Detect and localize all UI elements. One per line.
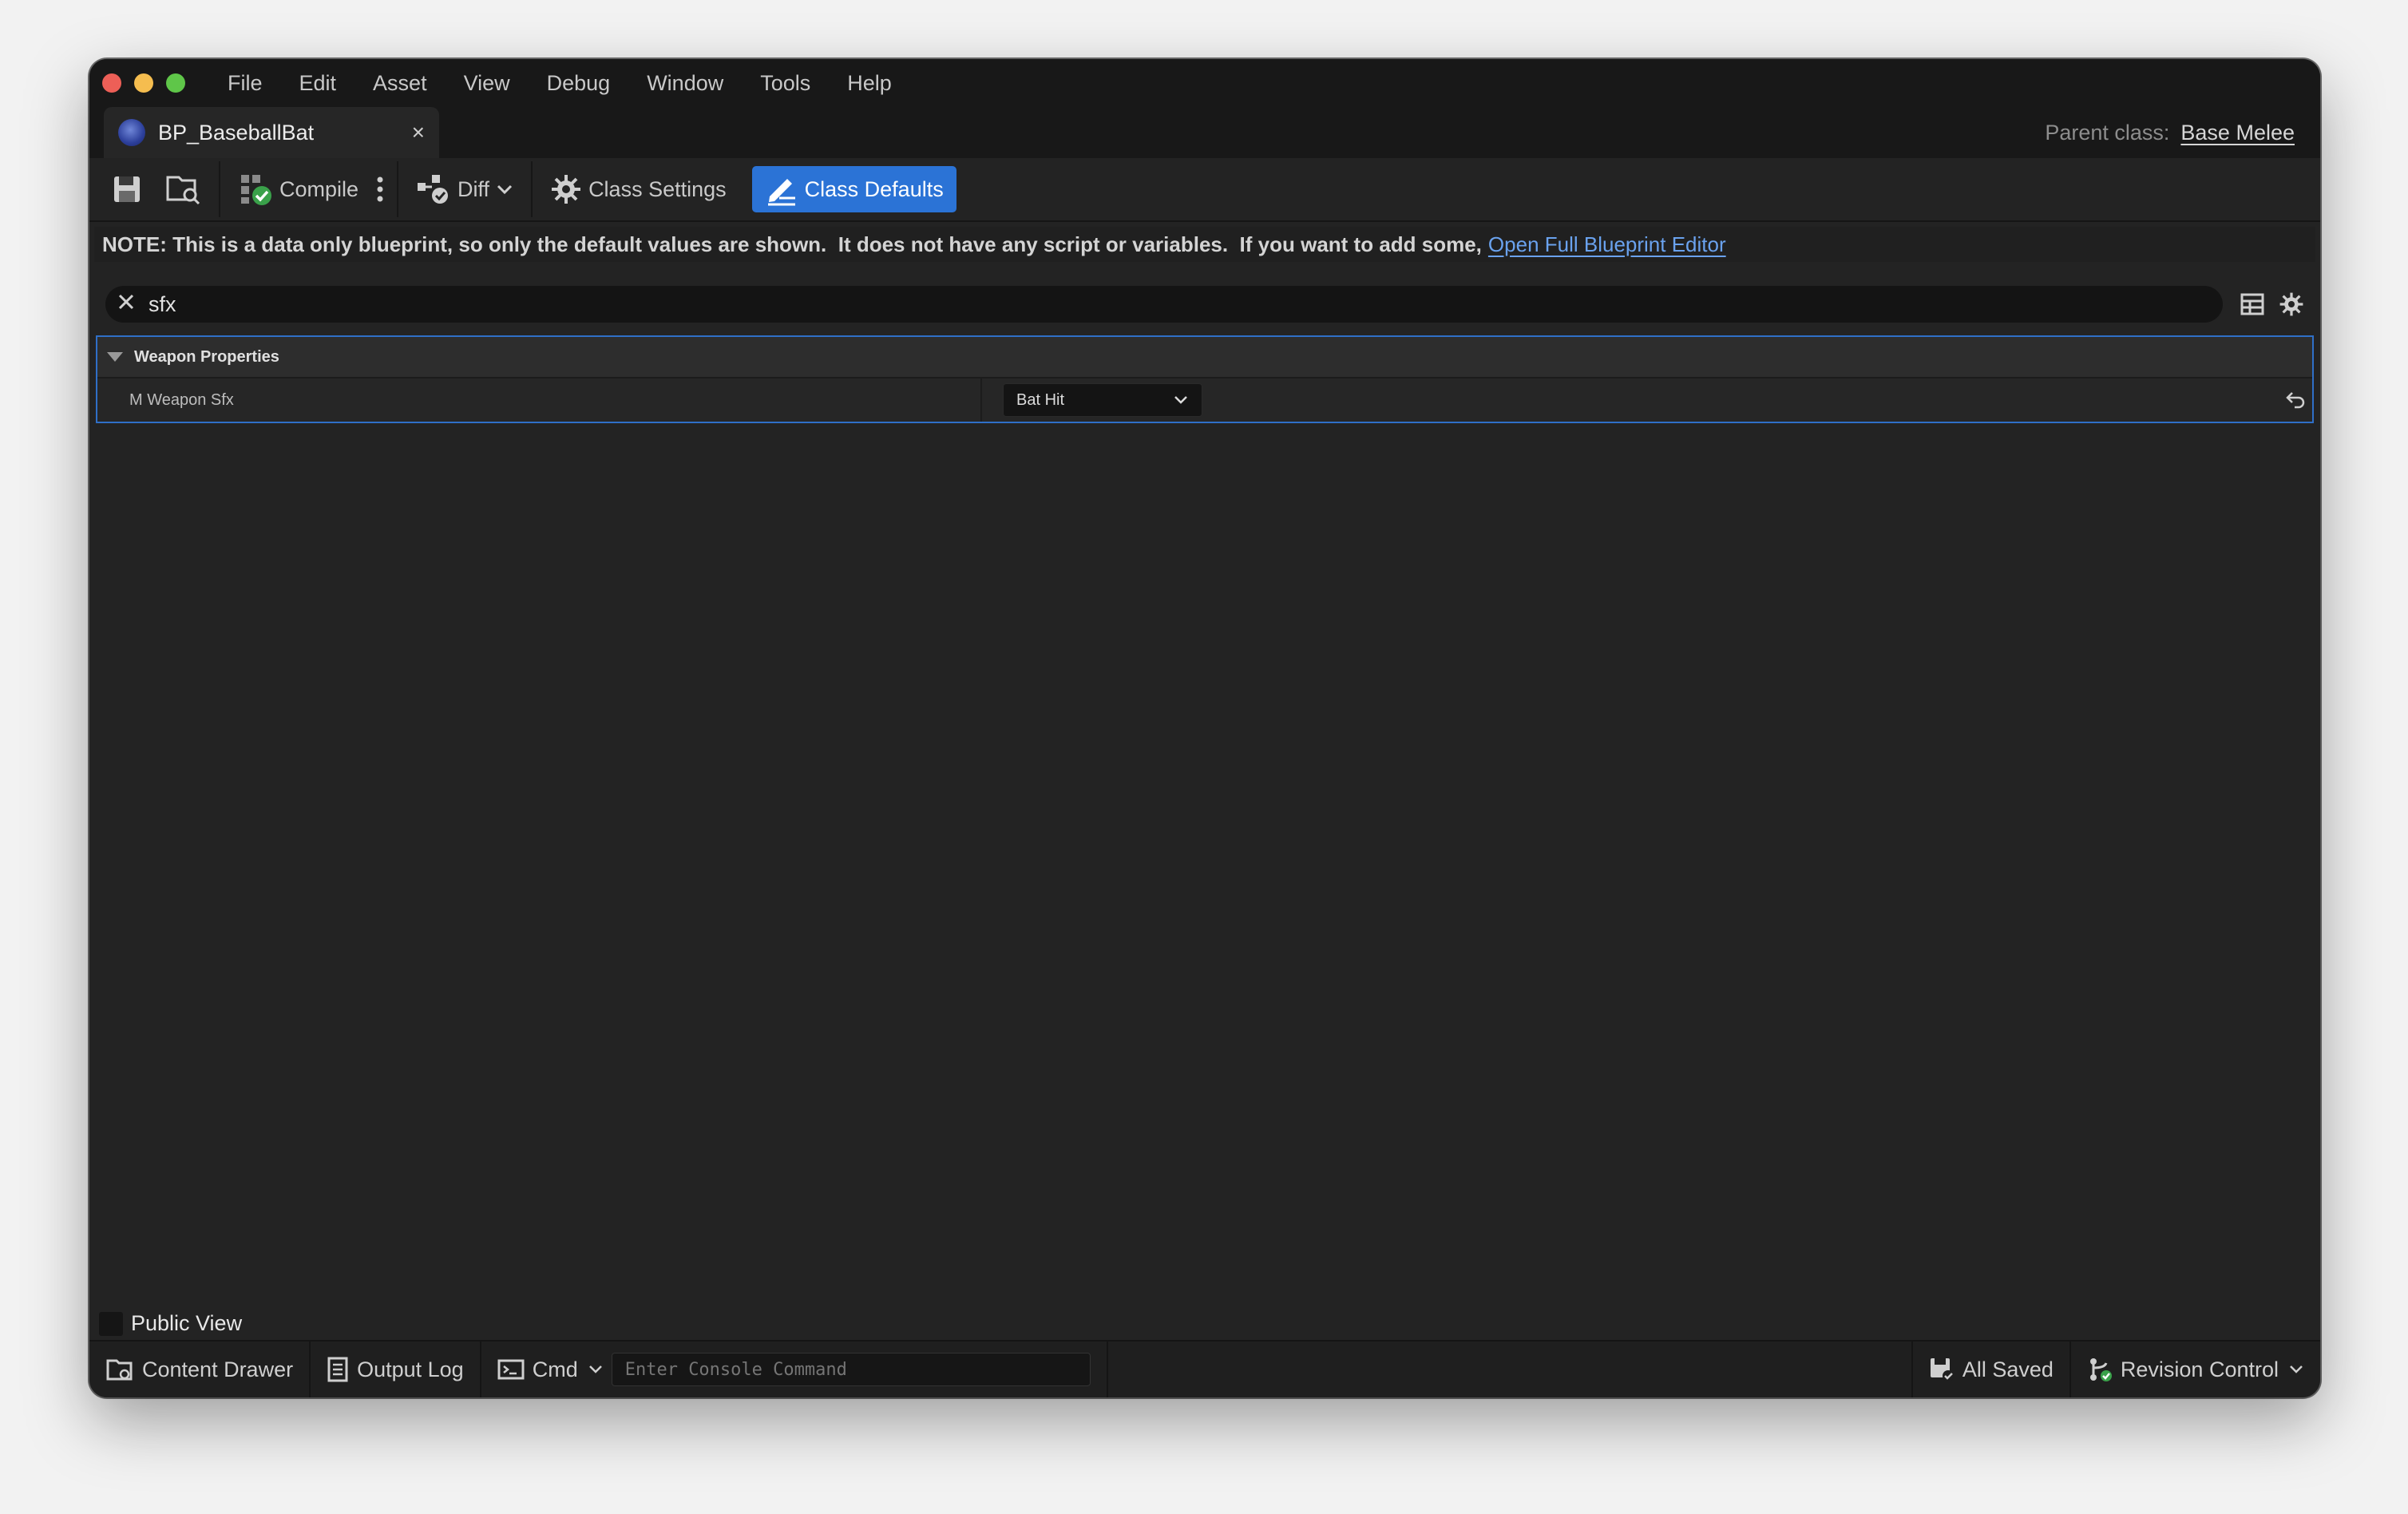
menu-tools[interactable]: Tools — [742, 71, 829, 96]
output-log-button[interactable]: Output Log — [311, 1341, 481, 1397]
tab-bp-baseballbat[interactable]: BP_BaseballBat × — [104, 107, 439, 158]
save-status-icon — [1930, 1358, 1954, 1381]
category-weapon-properties[interactable]: Weapon Properties — [97, 337, 2312, 378]
property-matrix-icon[interactable] — [2240, 293, 2264, 315]
window-controls — [102, 73, 185, 93]
open-full-blueprint-editor-link[interactable]: Open Full Blueprint Editor — [1488, 232, 1726, 257]
reset-to-default-icon[interactable] — [2285, 390, 2306, 409]
menu-view[interactable]: View — [446, 71, 529, 96]
more-vertical-icon — [377, 176, 383, 202]
output-log-label: Output Log — [357, 1357, 464, 1381]
property-row: M Weapon Sfx Bat Hit — [97, 378, 2312, 422]
browse-button[interactable] — [153, 166, 212, 212]
class-defaults-label: Class Defaults — [804, 176, 944, 201]
revision-control-icon — [2089, 1358, 2112, 1381]
close-window-button[interactable] — [102, 73, 121, 93]
browse-icon — [166, 176, 200, 205]
menu-edit[interactable]: Edit — [281, 71, 355, 96]
status-bar-spacer — [1108, 1341, 1913, 1397]
revision-control-label: Revision Control — [2120, 1357, 2279, 1381]
menu-items: File Edit Asset View Debug Window Tools … — [209, 71, 910, 96]
property-name: M Weapon Sfx — [97, 378, 982, 422]
tab-title: BP_BaseballBat — [158, 120, 315, 145]
zoom-window-button[interactable] — [166, 73, 185, 93]
search-value: sfx — [149, 291, 176, 316]
public-view-toggle[interactable]: Public View — [99, 1311, 242, 1336]
blueprint-icon — [118, 119, 145, 146]
parent-class-info: Parent class: Base Melee — [2045, 121, 2295, 145]
search-input[interactable]: sfx — [105, 286, 2223, 323]
menu-file[interactable]: File — [209, 71, 281, 96]
editor-window: File Edit Asset View Debug Window Tools … — [89, 59, 2320, 1397]
content-drawer-label: Content Drawer — [142, 1357, 294, 1381]
public-view-checkbox[interactable] — [99, 1311, 123, 1336]
save-icon — [114, 176, 140, 202]
diff-label: Diff — [457, 176, 490, 201]
toolbar: Compile Diff Class Settings Class Defaul… — [89, 158, 2320, 222]
settings-gear-icon[interactable] — [2279, 291, 2304, 317]
all-saved-label: All Saved — [1962, 1357, 2054, 1381]
close-icon[interactable]: × — [412, 120, 425, 145]
toolbar-divider — [531, 161, 533, 217]
expand-triangle-icon[interactable] — [107, 352, 123, 362]
compile-label: Compile — [279, 176, 359, 201]
combo-value: Bat Hit — [1016, 390, 1065, 409]
diff-icon — [418, 175, 449, 204]
chevron-down-icon — [1174, 396, 1187, 404]
data-only-note: NOTE: This is a data only blueprint, so … — [94, 227, 2315, 262]
class-settings-button[interactable]: Class Settings — [539, 166, 738, 212]
parent-class-label: Parent class: — [2045, 120, 2170, 145]
output-log-icon — [327, 1357, 348, 1382]
compile-options-button[interactable] — [370, 166, 390, 212]
minimize-window-button[interactable] — [134, 73, 153, 93]
all-saved-indicator[interactable]: All Saved — [1913, 1341, 2071, 1397]
menu-debug[interactable]: Debug — [529, 71, 629, 96]
details-view-options — [2240, 291, 2304, 317]
save-button[interactable] — [101, 166, 153, 212]
class-defaults-button[interactable]: Class Defaults — [751, 166, 956, 212]
note-text: NOTE: This is a data only blueprint, so … — [102, 232, 1482, 256]
public-view-label: Public View — [131, 1311, 243, 1335]
console-command-area: Cmd — [481, 1341, 1108, 1397]
details-panel: Weapon Properties M Weapon Sfx Bat Hit — [96, 335, 2314, 423]
compile-button[interactable]: Compile — [227, 166, 370, 212]
terminal-icon — [497, 1359, 525, 1380]
menu-asset[interactable]: Asset — [354, 71, 446, 96]
clear-search-icon[interactable] — [117, 291, 139, 317]
console-command-input[interactable] — [611, 1353, 1091, 1386]
search-row: sfx — [105, 286, 2304, 323]
gear-icon — [552, 175, 581, 204]
chevron-down-icon — [497, 184, 513, 195]
parent-class-link[interactable]: Base Melee — [2180, 121, 2295, 145]
tab-bar: BP_BaseballBat × Parent class: Base Mele… — [89, 107, 2320, 158]
edit-defaults-icon — [767, 179, 795, 206]
revision-control-button[interactable]: Revision Control — [2071, 1341, 2320, 1397]
chevron-down-icon — [2290, 1365, 2303, 1373]
menu-help[interactable]: Help — [829, 71, 910, 96]
property-value-cell: Bat Hit — [1003, 383, 1202, 417]
toolbar-divider — [397, 161, 399, 217]
menu-bar: File Edit Asset View Debug Window Tools … — [89, 59, 2320, 107]
content-drawer-icon — [106, 1359, 133, 1381]
status-bar: Content Drawer Output Log Cmd Enter Cons… — [89, 1340, 2320, 1397]
toolbar-divider — [219, 161, 220, 217]
menu-window[interactable]: Window — [628, 71, 742, 96]
compile-icon — [241, 175, 271, 205]
content-drawer-button[interactable]: Content Drawer — [89, 1341, 311, 1397]
cmd-label: Cmd — [532, 1357, 578, 1381]
weapon-sfx-combo[interactable]: Bat Hit — [1003, 383, 1202, 417]
diff-button[interactable]: Diff — [405, 166, 525, 212]
class-settings-label: Class Settings — [588, 176, 727, 201]
cmd-selector[interactable]: Cmd — [497, 1357, 604, 1382]
category-label: Weapon Properties — [134, 347, 279, 366]
chevron-down-icon — [588, 1365, 602, 1373]
